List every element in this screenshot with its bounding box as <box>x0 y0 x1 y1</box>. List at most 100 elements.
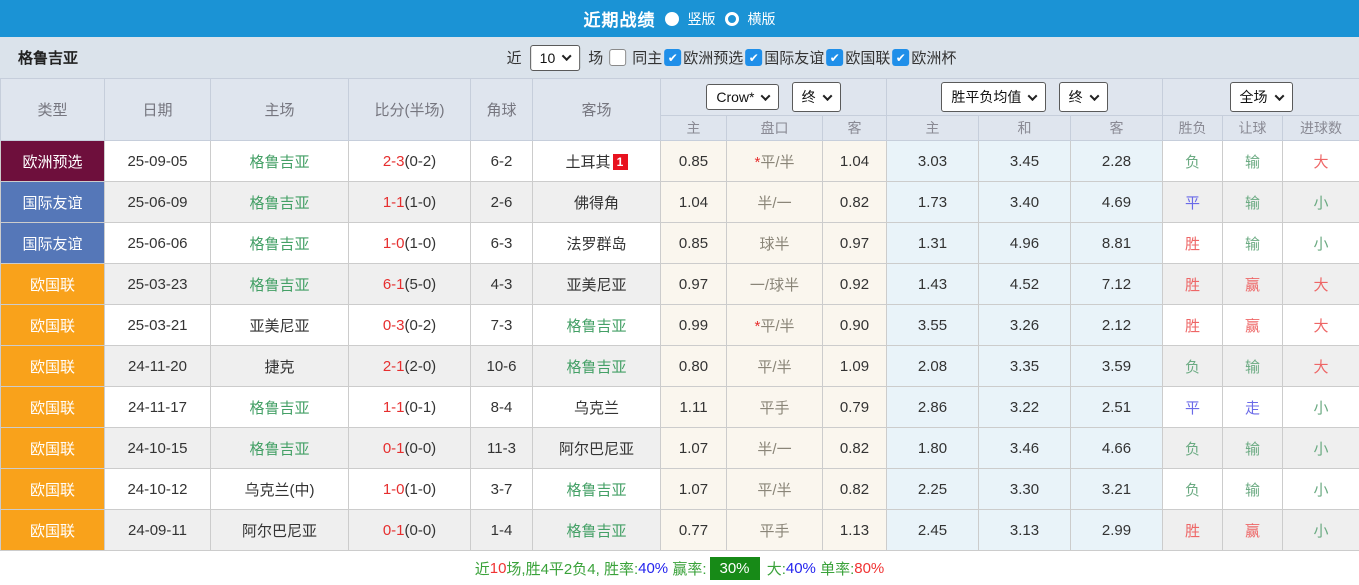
panel-title: 近期战绩 <box>583 11 656 30</box>
handicap-header-group: Crow* 终 <box>660 78 887 116</box>
date-cell: 25-03-23 <box>104 263 211 305</box>
odds-period-select[interactable]: 终 <box>791 82 841 112</box>
sub-header-handicap-home: 主 <box>660 115 727 141</box>
avg-away-odds-cell: 3.59 <box>1070 345 1163 387</box>
handicap-home-odds-cell: 1.07 <box>660 427 727 469</box>
goals-result-cell: 小 <box>1282 222 1359 264</box>
match-row: 国际友谊 25-06-09 格鲁吉亚 1-1(1-0) 2-6 佛得角 1.04… <box>0 181 1359 223</box>
sub-header-handicap: 盘口 <box>726 115 823 141</box>
date-cell: 25-09-05 <box>104 140 211 182</box>
away-team-name: 土耳其 <box>565 153 611 171</box>
league-label-euro-qual: 欧洲预选 <box>683 50 744 67</box>
match-row: 欧国联 24-11-17 格鲁吉亚 1-1(0-1) 8-4 乌克兰 1.11 … <box>0 386 1359 428</box>
handicap-home-odds-cell: 0.85 <box>660 222 727 264</box>
corners-cell: 7-3 <box>470 304 533 346</box>
score-cell: 2-1(2-0) <box>348 345 471 387</box>
result-cell: 负 <box>1162 140 1223 182</box>
goals-result-cell: 小 <box>1282 427 1359 469</box>
sub-header-handicap-away: 客 <box>822 115 887 141</box>
league-type-cell: 欧国联 <box>0 427 105 469</box>
league-type-cell: 欧国联 <box>0 386 105 428</box>
scope-select[interactable]: 全场 <box>1229 82 1293 112</box>
avg-away-odds-cell: 4.66 <box>1070 427 1163 469</box>
col-header-away: 客场 <box>532 78 661 141</box>
handicap-home-odds-cell: 1.04 <box>660 181 727 223</box>
handicap-line: 平/半 <box>760 317 795 335</box>
vertical-layout-radio[interactable] <box>664 11 679 26</box>
avg-draw-odds-cell: 4.52 <box>978 263 1071 305</box>
summary-segment: 近 <box>474 561 490 578</box>
league-checkbox-euro-qual[interactable]: ✔ <box>664 49 682 66</box>
col-header-type: 类型 <box>0 78 105 141</box>
corners-cell: 1-4 <box>470 509 533 551</box>
chevron-down-icon <box>1089 90 1100 101</box>
handicap-result-cell: 输 <box>1222 345 1283 387</box>
recent-label: 近 <box>506 50 522 67</box>
halftime-score: (1-0) <box>404 234 437 252</box>
bookmaker-select[interactable]: Crow* <box>706 84 780 110</box>
handicap-away-odds-cell: 1.13 <box>822 509 887 551</box>
horizontal-layout-label[interactable]: 横版 <box>748 9 776 29</box>
league-type-cell: 欧洲预选 <box>0 140 105 182</box>
avg-away-odds-cell: 7.12 <box>1070 263 1163 305</box>
halftime-score: (2-0) <box>404 357 437 375</box>
handicap-result-cell: 输 <box>1222 427 1283 469</box>
avg-away-odds-cell: 2.51 <box>1070 386 1163 428</box>
avg-away-odds-cell: 3.21 <box>1070 468 1163 510</box>
match-row: 欧国联 24-11-20 捷克 2-1(2-0) 10-6 格鲁吉亚 0.80 … <box>0 345 1359 387</box>
date-cell: 24-11-17 <box>104 386 211 428</box>
chevron-down-icon <box>1027 90 1038 101</box>
match-row: 欧国联 25-03-23 格鲁吉亚 6-1(5-0) 4-3 亚美尼亚 0.97… <box>0 263 1359 305</box>
away-team-cell: 阿尔巴尼亚 <box>532 427 661 469</box>
recent-suffix-label: 场 <box>588 50 604 67</box>
handicap-away-odds-cell: 0.97 <box>822 222 887 264</box>
match-row: 欧国联 24-10-12 乌克兰(中) 1-0(1-0) 3-7 格鲁吉亚 1.… <box>0 468 1359 510</box>
handicap-away-odds-cell: 0.82 <box>822 181 887 223</box>
league-checkbox-nations[interactable]: ✔ <box>826 49 844 66</box>
avg-home-odds-cell: 3.03 <box>886 140 979 182</box>
same-home-checkbox[interactable] <box>609 49 627 66</box>
horizontal-layout-radio[interactable] <box>724 11 739 26</box>
avg-period-select[interactable]: 终 <box>1058 82 1108 112</box>
team-name: 格鲁吉亚 <box>18 50 79 67</box>
away-team-name: 佛得角 <box>573 194 619 212</box>
summary-segment: 场,胜4平2负4, <box>506 561 604 578</box>
avg-draw-odds-cell: 3.13 <box>978 509 1071 551</box>
avg-away-odds-cell: 2.28 <box>1070 140 1163 182</box>
results-tbody: 欧洲预选 25-09-05 格鲁吉亚 2-3(0-2) 6-2 土耳其 1 0.8… <box>0 140 1359 551</box>
avg-away-odds-cell: 2.12 <box>1070 304 1163 346</box>
avg-home-odds-cell: 1.80 <box>886 427 979 469</box>
recent-count-select[interactable]: 10 <box>529 44 581 71</box>
league-checkbox-friendly[interactable]: ✔ <box>745 49 763 66</box>
avg-away-odds-cell: 2.99 <box>1070 509 1163 551</box>
score-cell: 1-0(1-0) <box>348 222 471 264</box>
away-team-name: 阿尔巴尼亚 <box>558 440 634 458</box>
chevron-down-icon <box>761 90 771 101</box>
home-team-cell: 格鲁吉亚 <box>210 181 349 223</box>
odds-period-value: 终 <box>801 89 816 105</box>
scope-header-group: 全场 <box>1162 78 1359 116</box>
handicap-away-odds-cell: 1.04 <box>822 140 887 182</box>
score-cell: 1-1(1-0) <box>348 181 471 223</box>
handicap-cell: 半/一 <box>726 427 823 469</box>
league-type-cell: 欧国联 <box>0 468 105 510</box>
avg-type-select[interactable]: 胜平负均值 <box>941 82 1047 112</box>
league-checkbox-eurocup[interactable]: ✔ <box>892 49 910 66</box>
fulltime-score: 1-0 <box>382 234 405 252</box>
match-row: 欧国联 25-03-21 亚美尼亚 0-3(0-2) 7-3 格鲁吉亚 0.99… <box>0 304 1359 346</box>
match-row: 国际友谊 25-06-06 格鲁吉亚 1-0(1-0) 6-3 法罗群岛 0.8… <box>0 222 1359 264</box>
corners-cell: 2-6 <box>470 181 533 223</box>
date-cell: 24-09-11 <box>104 509 211 551</box>
halftime-score: (1-0) <box>404 480 437 498</box>
vertical-layout-label[interactable]: 竖版 <box>688 9 716 29</box>
handicap-away-odds-cell: 0.92 <box>822 263 887 305</box>
home-team-cell: 格鲁吉亚 <box>210 140 349 182</box>
handicap-cell: 平手 <box>726 386 823 428</box>
league-label-friendly: 国际友谊 <box>764 50 825 67</box>
handicap-away-odds-cell: 0.82 <box>822 427 887 469</box>
handicap-away-odds-cell: 0.79 <box>822 386 887 428</box>
goals-result-cell: 小 <box>1282 468 1359 510</box>
away-team-cell: 乌克兰 <box>532 386 661 428</box>
avg-period-value: 终 <box>1068 89 1083 105</box>
match-row: 欧国联 24-10-15 格鲁吉亚 0-1(0-0) 11-3 阿尔巴尼亚 1.… <box>0 427 1359 469</box>
